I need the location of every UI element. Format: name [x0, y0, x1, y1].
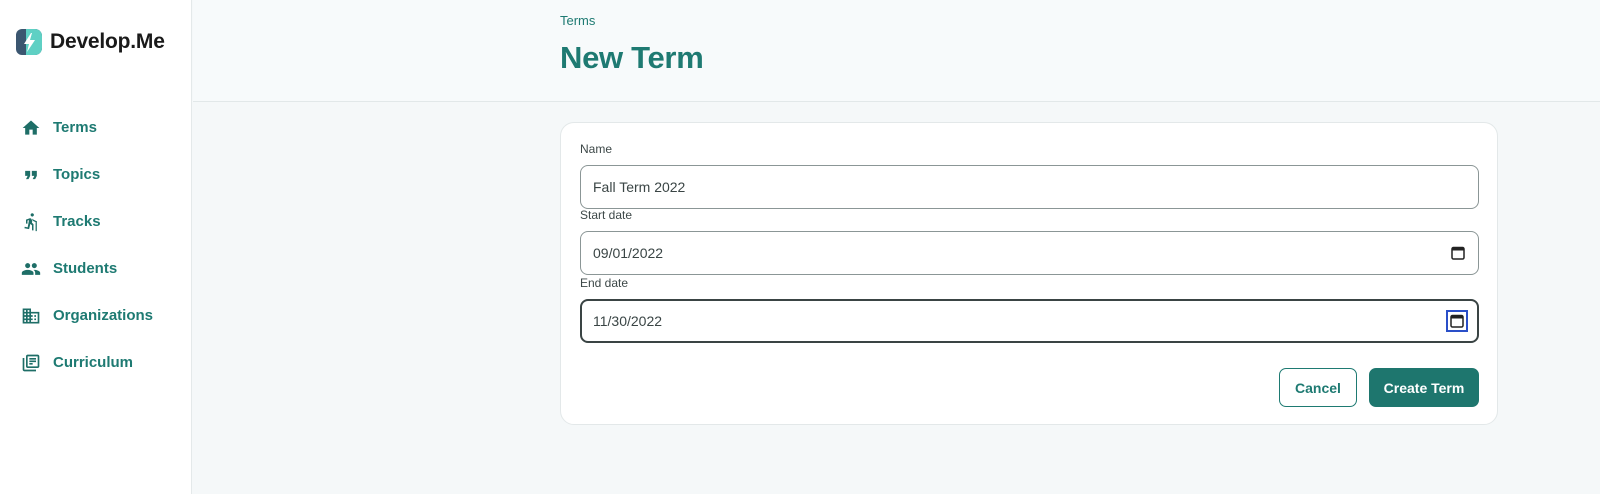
brand[interactable]: Develop.Me [16, 28, 165, 56]
sidebar-item-label: Tracks [53, 213, 101, 230]
end-date-label: End date [580, 276, 629, 290]
page-header: Terms New Term [193, 0, 1600, 102]
sidebar-item-label: Curriculum [53, 354, 134, 371]
building-icon [20, 305, 41, 326]
sidebar-item-tracks[interactable]: Tracks [0, 198, 191, 245]
sidebar-item-terms[interactable]: Terms [0, 104, 191, 151]
sidebar-nav: Terms Topics Tracks Students Organizatio… [0, 104, 191, 386]
brand-name: Develop.Me [50, 30, 165, 53]
bolt-logo-icon [16, 29, 42, 55]
sidebar-item-label: Students [53, 260, 118, 277]
name-label: Name [580, 142, 613, 156]
people-icon [20, 258, 41, 279]
start-date-label: Start date [580, 208, 633, 222]
cancel-button[interactable]: Cancel [1279, 368, 1357, 407]
start-date-value: 09/01/2022 [593, 245, 664, 261]
sidebar-item-students[interactable]: Students [0, 245, 191, 292]
sidebar-item-label: Organizations [53, 307, 154, 324]
sidebar-item-organizations[interactable]: Organizations [0, 292, 191, 339]
sidebar-item-curriculum[interactable]: Curriculum [0, 339, 191, 386]
calendar-icon[interactable] [1446, 310, 1468, 332]
sidebar-item-label: Terms [53, 119, 97, 136]
end-date-input[interactable]: 11/30/2022 [580, 299, 1479, 343]
quote-icon [20, 164, 41, 185]
sidebar: Develop.Me Terms Topics Tracks Students [0, 0, 192, 494]
name-input[interactable]: Fall Term 2022 [580, 165, 1479, 209]
sidebar-item-label: Topics [53, 166, 101, 183]
end-date-value: 11/30/2022 [593, 313, 663, 329]
page-title: New Term [560, 40, 704, 75]
home-icon [20, 117, 41, 138]
sidebar-item-topics[interactable]: Topics [0, 151, 191, 198]
calendar-icon[interactable] [1451, 246, 1465, 260]
start-date-input[interactable]: 09/01/2022 [580, 231, 1479, 275]
new-term-form: Name Fall Term 2022 Start date 09/01/202… [560, 122, 1498, 425]
create-term-button[interactable]: Create Term [1369, 368, 1479, 407]
name-value: Fall Term 2022 [593, 179, 686, 195]
breadcrumb-terms[interactable]: Terms [560, 13, 595, 28]
library-books-icon [20, 352, 41, 373]
hiker-icon [20, 211, 41, 232]
